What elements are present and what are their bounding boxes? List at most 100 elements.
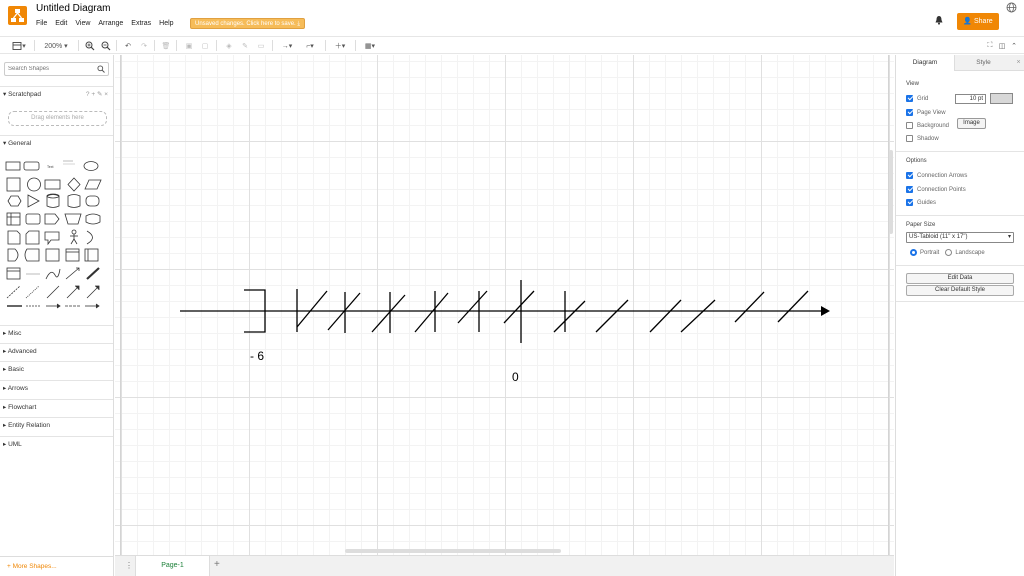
zoom-out-button[interactable] xyxy=(100,40,112,52)
shadow-option[interactable]: Shadow xyxy=(906,135,939,142)
line-color-button[interactable]: ✎ xyxy=(239,40,251,52)
guides-checkbox[interactable] xyxy=(906,199,913,206)
drawio-logo[interactable] xyxy=(8,6,27,25)
connection-points-option[interactable]: Connection Points xyxy=(906,186,966,193)
menu-edit[interactable]: Edit xyxy=(55,20,67,27)
to-front-icon: ▣ xyxy=(185,43,193,50)
section-arrows[interactable]: ▸ Arrows xyxy=(0,380,113,396)
fullscreen-button[interactable]: ⛶ xyxy=(985,40,995,52)
connection-arrows-option[interactable]: Connection Arrows xyxy=(906,172,967,179)
number-line-drawing[interactable]: - 6 0 xyxy=(115,55,894,555)
scratchpad-actions[interactable]: ? + ✎ × xyxy=(86,87,108,103)
label-negative-six[interactable]: - 6 xyxy=(250,349,264,363)
horizontal-scrollbar[interactable] xyxy=(345,549,561,553)
section-uml[interactable]: ▸ UML xyxy=(0,436,113,452)
undo-button[interactable]: ↶ xyxy=(122,40,134,52)
language-globe-icon[interactable] xyxy=(1006,2,1017,13)
clear-default-style-button[interactable]: Clear Default Style xyxy=(906,285,1014,296)
page-view-checkbox[interactable] xyxy=(906,109,913,116)
guides-option[interactable]: Guides xyxy=(906,199,936,206)
fullscreen-icon: ⛶ xyxy=(987,42,993,49)
undo-icon: ↶ xyxy=(125,43,131,50)
background-image-button[interactable]: Image xyxy=(957,118,986,129)
section-misc[interactable]: ▸ Misc xyxy=(0,325,113,341)
menu-extras[interactable]: Extras xyxy=(131,20,151,27)
search-shapes-input[interactable] xyxy=(5,63,97,75)
paper-size-select[interactable]: US-Tabloid (11" x 17") ▾ xyxy=(906,232,1014,243)
shapes-sidebar: ▾ Scratchpad ? + ✎ × Drag elements here … xyxy=(0,55,114,576)
pages-menu-icon[interactable]: ⋮ xyxy=(125,561,133,570)
shadow-button[interactable]: ▭ xyxy=(255,40,267,52)
document-title[interactable]: Untitled Diagram xyxy=(36,3,110,14)
zoom-in-button[interactable] xyxy=(84,40,96,52)
general-section-header[interactable]: ▾ General xyxy=(0,135,113,151)
background-checkbox[interactable] xyxy=(906,122,913,129)
tick-slash[interactable] xyxy=(777,290,809,323)
connection-points-checkbox[interactable] xyxy=(906,186,913,193)
redo-button[interactable]: ↷ xyxy=(138,40,150,52)
notification-bell-icon[interactable] xyxy=(934,15,944,25)
vertical-scrollbar[interactable] xyxy=(889,150,893,234)
fill-color-button[interactable]: ◈ xyxy=(223,40,235,52)
grid-color-swatch[interactable] xyxy=(990,93,1013,104)
section-basic[interactable]: ▸ Basic xyxy=(0,361,113,377)
edit-data-button[interactable]: Edit Data xyxy=(906,273,1014,284)
connection-arrows-checkbox[interactable] xyxy=(906,172,913,179)
tick-slash[interactable] xyxy=(371,294,406,333)
svg-text:Text: Text xyxy=(47,165,53,169)
tick-slash[interactable] xyxy=(503,290,535,324)
to-back-button[interactable]: ▢ xyxy=(199,40,211,52)
background-option[interactable]: Background xyxy=(906,122,949,129)
table-dropdown[interactable]: ▦▾ xyxy=(361,40,379,52)
search-icon[interactable] xyxy=(97,65,105,73)
landscape-radio[interactable] xyxy=(945,249,953,256)
tick-slash[interactable] xyxy=(680,299,716,333)
tick-slash[interactable] xyxy=(296,290,328,328)
insert-dropdown[interactable]: ＋▾ xyxy=(331,40,349,52)
tick-slash[interactable] xyxy=(734,291,765,323)
section-entity-relation[interactable]: ▸ Entity Relation xyxy=(0,417,113,433)
add-page-icon[interactable]: + xyxy=(214,559,220,570)
menu-view[interactable]: View xyxy=(75,20,90,27)
zoom-dropdown[interactable]: 200% ▾ xyxy=(40,40,72,52)
diagram-logo-icon xyxy=(11,9,24,22)
page-tab-1[interactable]: Page-1 xyxy=(135,556,210,576)
close-panel-icon[interactable]: × xyxy=(1012,55,1024,71)
more-shapes-label: More Shapes... xyxy=(12,563,57,570)
section-flowchart[interactable]: ▸ Flowchart xyxy=(0,399,113,415)
tick-slash[interactable] xyxy=(457,290,488,324)
format-panel-toggle-button[interactable]: ▾ xyxy=(10,40,28,52)
grid-option[interactable]: Grid xyxy=(906,95,928,102)
to-front-button[interactable]: ▣ xyxy=(183,40,195,52)
section-advanced[interactable]: ▸ Advanced xyxy=(0,343,113,359)
section-uml-label: UML xyxy=(8,441,22,448)
delete-button[interactable]: 🗑 xyxy=(160,40,172,52)
portrait-radio[interactable] xyxy=(910,249,917,256)
scratchpad-section-header[interactable]: ▾ Scratchpad ? + ✎ × xyxy=(0,86,113,102)
more-shapes-button[interactable]: + More Shapes... xyxy=(0,556,113,576)
axis-arrowhead xyxy=(821,306,830,316)
tick-slash[interactable] xyxy=(414,292,449,333)
menu-arrange[interactable]: Arrange xyxy=(98,20,123,27)
tick-slash[interactable] xyxy=(649,299,682,333)
unsaved-changes-notice[interactable]: Unsaved changes. Click here to save. ⤓ xyxy=(190,18,306,29)
tick-slash[interactable] xyxy=(595,299,629,333)
share-button[interactable]: 👤 Share xyxy=(957,13,999,30)
menu-file[interactable]: File xyxy=(36,20,47,27)
menu-help[interactable]: Help xyxy=(159,20,173,27)
waypoints-dropdown[interactable]: ⌐▾ xyxy=(301,40,319,52)
tab-diagram[interactable]: Diagram xyxy=(896,55,954,71)
grid-size-input[interactable]: 10 pt xyxy=(955,94,986,104)
grid-checkbox[interactable] xyxy=(906,95,913,102)
scratchpad-drop-zone[interactable]: Drag elements here xyxy=(8,111,107,126)
page-view-option[interactable]: Page View xyxy=(906,109,946,116)
tab-style[interactable]: Style xyxy=(954,55,1012,71)
general-shapes-palette[interactable]: Text xyxy=(5,158,109,318)
plus-icon: ＋▾ xyxy=(334,43,346,50)
collapse-toolbar-button[interactable]: ⌃ xyxy=(1009,40,1019,52)
label-zero[interactable]: 0 xyxy=(512,370,519,384)
shadow-checkbox[interactable] xyxy=(906,135,913,142)
tick-slash[interactable] xyxy=(553,300,586,333)
connection-style-dropdown[interactable]: →▾ xyxy=(278,40,296,52)
format-panel-button[interactable]: ◫ xyxy=(997,40,1007,52)
